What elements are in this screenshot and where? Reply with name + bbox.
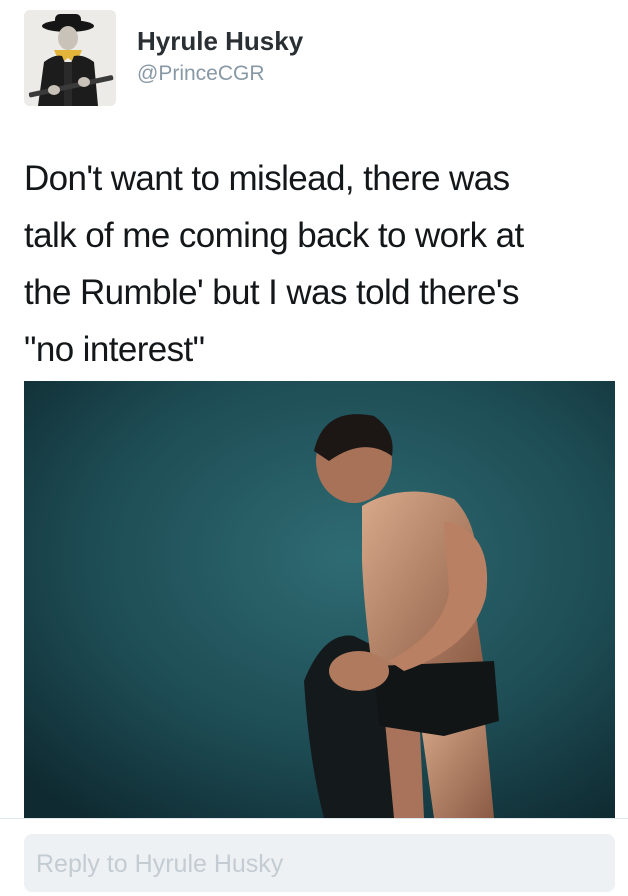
- author-display-name[interactable]: Hyrule Husky: [137, 26, 303, 57]
- tweet-text: Don't want to mislead, there was talk of…: [24, 150, 609, 378]
- tweet-text-line: Don't want to mislead, there was: [24, 159, 510, 198]
- author-username[interactable]: @PrinceCGR: [137, 62, 265, 86]
- tweet-header: Hyrule Husky @PrinceCGR: [0, 0, 628, 120]
- divider: [0, 818, 628, 819]
- author-avatar[interactable]: [24, 10, 116, 106]
- tweet-photo[interactable]: [24, 381, 615, 818]
- tweet-text-line: "no interest": [24, 330, 205, 369]
- tweet-text-line: talk of me coming back to work at: [24, 216, 524, 255]
- reply-input[interactable]: Reply to Hyrule Husky: [24, 834, 615, 892]
- tweet-text-line: the Rumble' but I was told there's: [24, 273, 520, 312]
- cowboy-portrait-icon: [24, 10, 116, 106]
- reply-placeholder: Reply to Hyrule Husky: [36, 850, 284, 878]
- wrestler-photo-icon: [24, 381, 615, 818]
